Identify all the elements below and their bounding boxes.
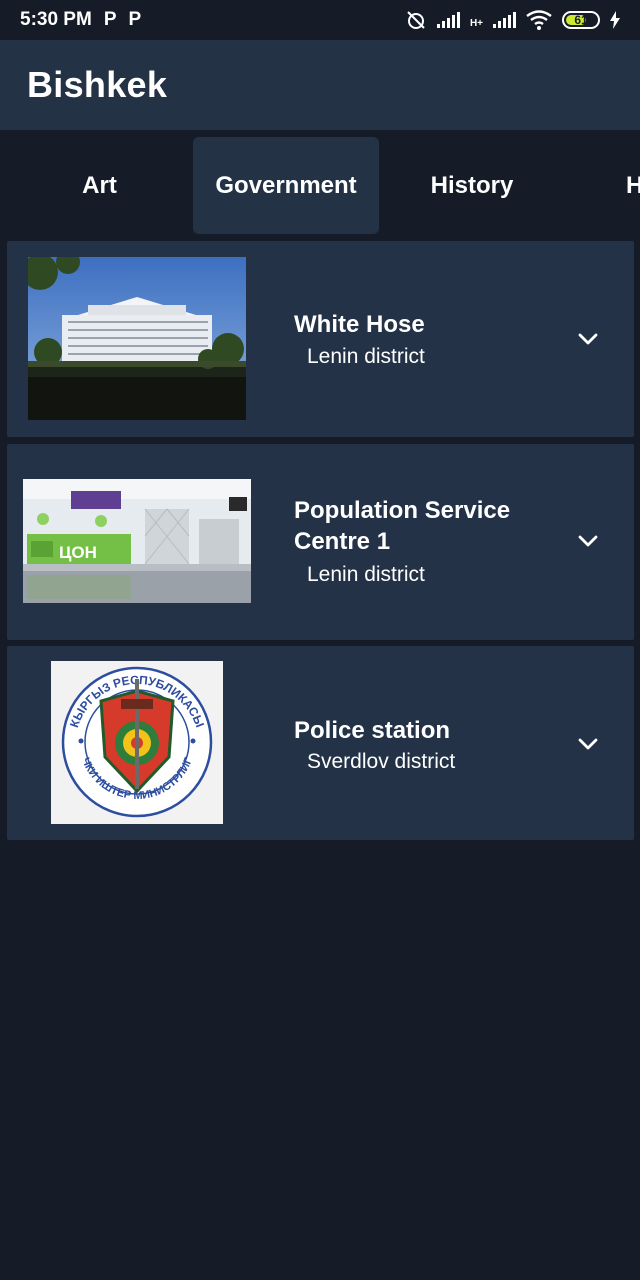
chevron-down-icon[interactable] [577, 328, 599, 350]
tab-government-label: Government [215, 171, 357, 199]
battery-level: 61 [574, 13, 588, 27]
chevron-down-icon[interactable] [577, 530, 599, 552]
status-bar: 5:30 PM P P H+ 61 [0, 0, 640, 40]
tab-art-label: Art [82, 171, 117, 199]
tab-partial[interactable]: H [565, 137, 640, 234]
tab-art[interactable]: Art [7, 137, 192, 234]
place-title: Police station [294, 717, 451, 744]
clock: 5:30 PM [20, 9, 92, 30]
signal-icon [436, 12, 460, 28]
page-title: Bishkek [27, 64, 168, 105]
tab-history-label: History [430, 171, 514, 199]
tab-government[interactable]: Government [193, 137, 379, 234]
battery-icon: 61 [562, 11, 600, 29]
tab-history[interactable]: History [379, 137, 565, 234]
alarm-off-icon [407, 11, 425, 29]
police-emblem-image: КЫРГЫЗ РЕСПУБЛИКАСЫ ИЧКИ ИШТЕР МИНИСТРЛИ… [51, 661, 223, 824]
parking-notification-icon: P [103, 9, 117, 30]
category-tabs: Art Government History H [0, 130, 640, 240]
place-district: Lenin district [307, 345, 425, 368]
wifi-icon [526, 10, 552, 30]
place-card-population-service[interactable]: ЦОН Population Service Centre 1 Lenin di… [7, 444, 634, 640]
chevron-down-icon[interactable] [577, 733, 599, 755]
place-title: White Hose [294, 311, 425, 338]
population-service-image: ЦОН [23, 479, 251, 603]
place-district: Sverdlov district [307, 750, 456, 773]
place-card-white-hose[interactable]: White Hose Lenin district [7, 241, 634, 437]
place-title: Population Service Centre 1 [294, 497, 511, 555]
place-card-police-station[interactable]: КЫРГЫЗ РЕСПУБЛИКАСЫ ИЧКИ ИШТЕР МИНИСТРЛИ… [7, 646, 634, 840]
signal-icon-2 [493, 12, 516, 28]
centre-sign-text: ЦОН [59, 543, 97, 562]
app-bar: Bishkek [0, 40, 640, 130]
tab-partial-label: H [626, 171, 640, 199]
white-house-image [28, 257, 246, 420]
parking-notification-icon-2: P [128, 9, 142, 30]
place-district: Lenin district [307, 563, 425, 586]
network-type: H+ [469, 18, 483, 29]
charging-icon [610, 11, 620, 29]
